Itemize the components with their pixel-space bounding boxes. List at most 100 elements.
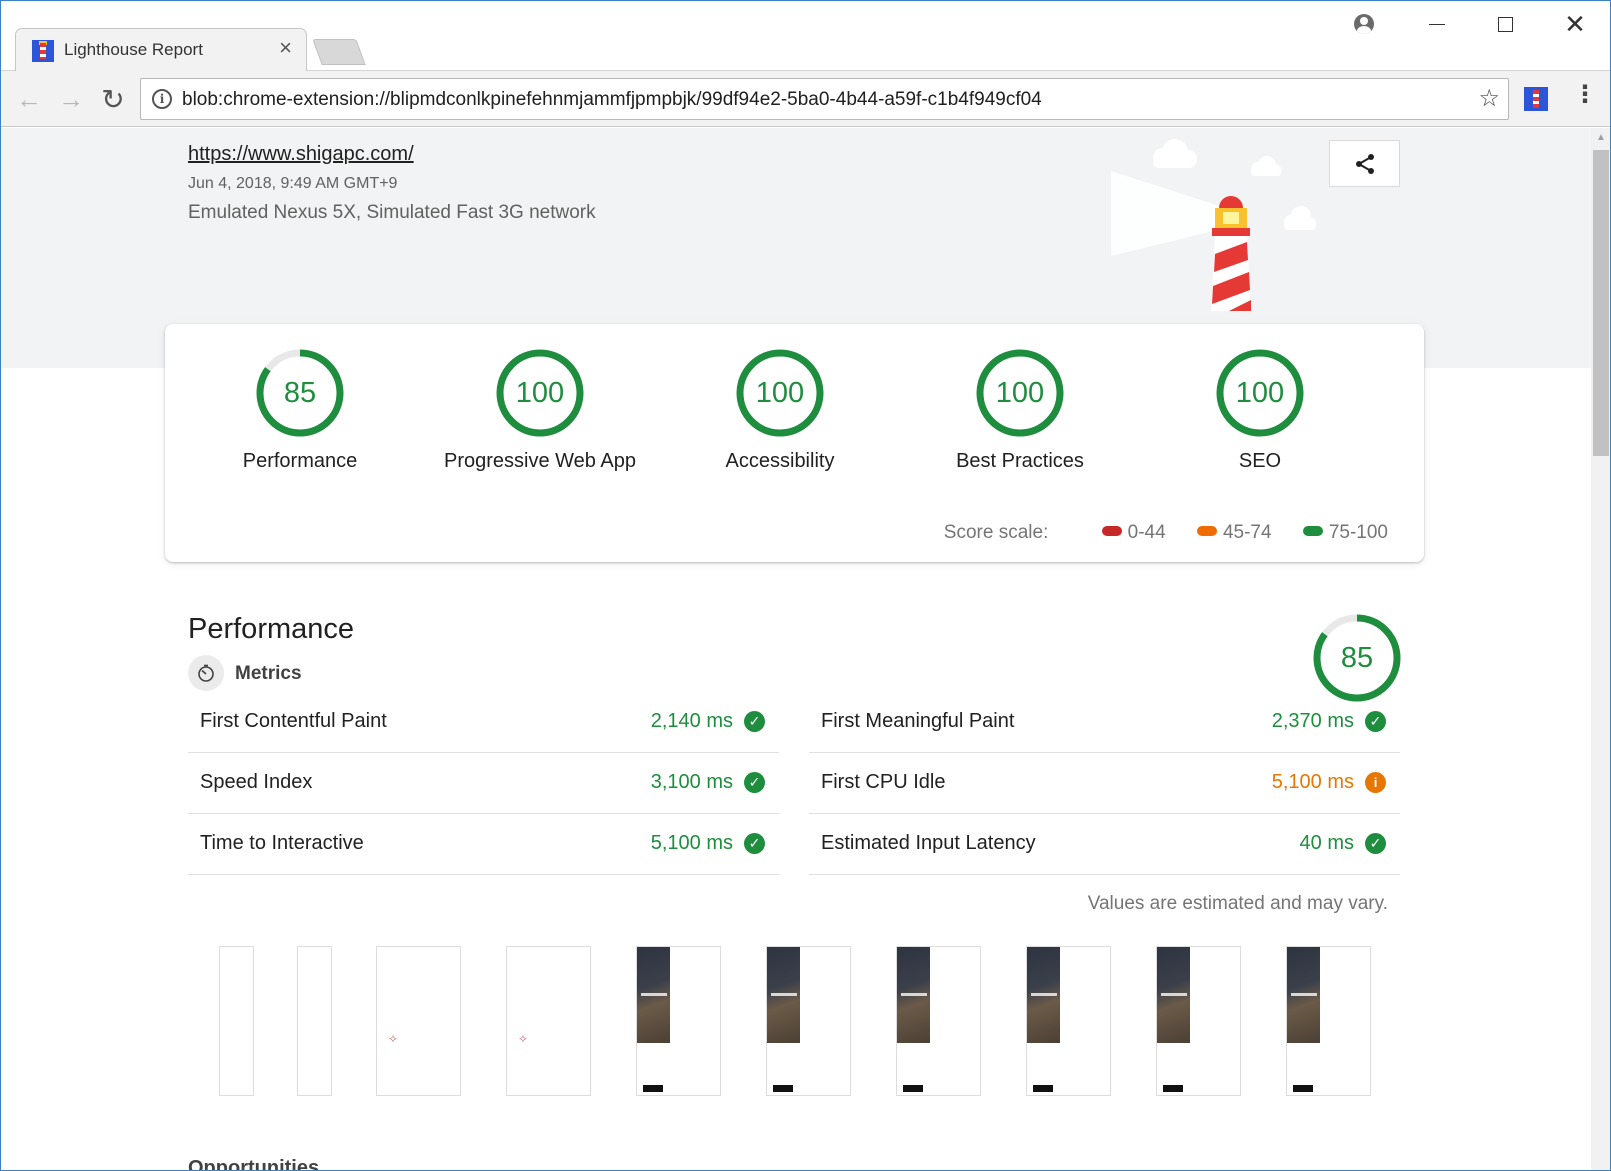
forward-arrow-icon[interactable]: → xyxy=(55,83,87,115)
filmstrip-frame xyxy=(1026,946,1111,1096)
address-bar[interactable]: i blob:chrome-extension://blipmdconlkpin… xyxy=(140,78,1509,120)
gauge-label: SEO xyxy=(1238,450,1282,472)
gauge-score: 100 xyxy=(1236,377,1284,409)
tab-lighthouse-report[interactable]: Lighthouse Report × xyxy=(15,28,307,72)
back-arrow-icon[interactable]: ← xyxy=(13,83,45,115)
gauge-performance[interactable]: 85 Performance xyxy=(190,348,410,473)
metrics-title: Metrics xyxy=(235,663,302,684)
info-icon[interactable]: i xyxy=(152,89,172,109)
gauge-label: Progressive Web App xyxy=(444,450,636,472)
metric-value: 2,140 ms xyxy=(650,710,733,732)
check-icon: ✓ xyxy=(1365,833,1386,854)
check-icon: ✓ xyxy=(744,833,765,854)
metric-value: 5,100 ms xyxy=(650,832,733,854)
opportunities-title: Opportunities xyxy=(188,1157,320,1171)
minimize-button[interactable] xyxy=(1414,9,1460,39)
report-url-link[interactable]: https://www.shigapc.com/ xyxy=(188,143,414,166)
logo-sketch-icon: ⟡ xyxy=(389,1031,397,1045)
filmstrip-frame: ⟡ xyxy=(376,946,461,1096)
gauge-score: 100 xyxy=(516,377,564,409)
tab-title: Lighthouse Report xyxy=(64,40,203,59)
metric-value: 3,100 ms xyxy=(650,771,733,793)
filmstrip-frame xyxy=(1286,946,1371,1096)
new-tab-button[interactable] xyxy=(312,39,366,65)
pass-color-icon xyxy=(1302,525,1323,536)
report-date: Jun 4, 2018, 9:49 AM GMT+9 xyxy=(188,175,398,192)
bookmark-star-icon[interactable]: ☆ xyxy=(1478,84,1500,113)
fail-color-icon xyxy=(1101,525,1122,536)
metric-row: First Contentful Paint 2,140 ms ✓ xyxy=(188,692,779,753)
metric-value: 2,370 ms xyxy=(1271,710,1354,732)
gauge-score: 85 xyxy=(1341,642,1373,674)
metric-name: Estimated Input Latency xyxy=(821,832,1036,854)
gauge-label: Accessibility xyxy=(725,450,835,472)
metric-name: First Contentful Paint xyxy=(200,710,387,732)
report-environment: Emulated Nexus 5X, Simulated Fast 3G net… xyxy=(188,202,596,223)
gauge-score: 100 xyxy=(996,377,1044,409)
scale-average: 45-74 xyxy=(1196,522,1272,544)
page-scrollbar[interactable]: ▲ xyxy=(1591,128,1610,1170)
gauge-label: Best Practices xyxy=(956,450,1084,472)
filmstrip-frame xyxy=(896,946,981,1096)
tab-close-icon[interactable]: × xyxy=(279,37,292,59)
filmstrip-frame xyxy=(219,946,254,1096)
gauge-ring: 85 xyxy=(1313,614,1401,702)
check-icon: ✓ xyxy=(744,772,765,793)
score-scale: Score scale: 0-44 45-74 75-100 xyxy=(165,522,1388,544)
metric-row: Estimated Input Latency 40 ms ✓ xyxy=(809,814,1400,875)
metric-name: First Meaningful Paint xyxy=(821,710,1015,732)
check-icon: ✓ xyxy=(744,711,765,732)
gauge-ring: 100 xyxy=(976,349,1064,437)
browser-window: Lighthouse Report × ✕ ← → ↻ i blob:chrom… xyxy=(0,0,1611,1171)
info-warning-icon: i xyxy=(1365,772,1386,793)
check-icon: ✓ xyxy=(1365,711,1386,732)
metric-value: 40 ms xyxy=(1299,832,1354,854)
logo-sketch-icon: ⟡ xyxy=(519,1031,527,1045)
share-button[interactable] xyxy=(1329,140,1400,187)
gauge-score: 100 xyxy=(756,377,804,409)
maximize-button[interactable] xyxy=(1482,9,1528,39)
gauge-ring: 100 xyxy=(1216,349,1304,437)
gauge-progressive-web-app[interactable]: 100 Progressive Web App xyxy=(430,348,650,473)
gauge-accessibility[interactable]: 100 Accessibility xyxy=(670,348,890,473)
reload-icon[interactable]: ↻ xyxy=(97,83,129,115)
title-bar: Lighthouse Report × ✕ xyxy=(1,1,1610,72)
filmstrip-frame: ⟡ xyxy=(506,946,591,1096)
scroll-up-arrow-icon[interactable]: ▲ xyxy=(1591,132,1610,143)
score-scale-title: Score scale: xyxy=(943,522,1049,543)
gauge-ring: 100 xyxy=(736,349,824,437)
filmstrip-frame xyxy=(636,946,721,1096)
scroll-thumb[interactable] xyxy=(1593,150,1609,456)
metric-row: First Meaningful Paint 2,370 ms ✓ xyxy=(809,692,1400,753)
scale-pass: 75-100 xyxy=(1302,522,1388,544)
lighthouse-favicon-icon xyxy=(32,40,54,62)
url-text[interactable]: blob:chrome-extension://blipmdconlkpinef… xyxy=(182,89,1042,111)
metric-name: Time to Interactive xyxy=(200,832,364,854)
estimate-note: Values are estimated and may vary. xyxy=(1087,893,1388,914)
score-summary-card: 85 Performance 100 Progressive Web App 1… xyxy=(165,324,1424,562)
profile-icon[interactable] xyxy=(1341,9,1387,39)
filmstrip-frame xyxy=(1156,946,1241,1096)
metric-row: Speed Index 3,100 ms ✓ xyxy=(188,753,779,814)
gauge-ring: 100 xyxy=(496,349,584,437)
gauge-score: 85 xyxy=(284,377,316,409)
report-viewport: https://www.shigapc.com/ Jun 4, 2018, 9:… xyxy=(1,128,1591,1171)
metric-name: Speed Index xyxy=(200,771,313,793)
lighthouse-extension-icon[interactable] xyxy=(1524,87,1548,111)
average-color-icon xyxy=(1196,525,1217,536)
gauge-ring: 85 xyxy=(256,349,344,437)
share-icon xyxy=(1355,153,1374,174)
gauge-seo[interactable]: 100 SEO xyxy=(1150,348,1370,473)
scale-fail: 0-44 xyxy=(1101,522,1166,544)
metric-row: Time to Interactive 5,100 ms ✓ xyxy=(188,814,779,875)
performance-section-title: Performance xyxy=(188,613,355,645)
metric-name: First CPU Idle xyxy=(821,771,946,793)
gauge-label: Performance xyxy=(242,450,358,472)
browser-menu-icon[interactable]: ⋮ xyxy=(1573,83,1597,107)
stopwatch-icon xyxy=(188,655,224,691)
gauge-best-practices[interactable]: 100 Best Practices xyxy=(910,348,1130,473)
window-close-button[interactable]: ✕ xyxy=(1552,9,1598,39)
metric-value: 5,100 ms xyxy=(1271,771,1354,793)
filmstrip-frame xyxy=(766,946,851,1096)
filmstrip-frame xyxy=(297,946,332,1096)
